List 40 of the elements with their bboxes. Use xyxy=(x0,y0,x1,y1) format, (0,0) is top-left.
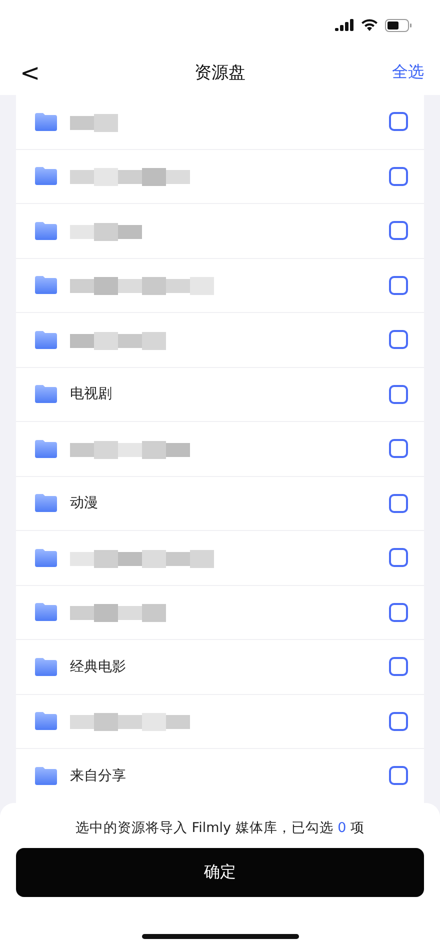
folder-icon xyxy=(34,766,58,786)
folder-icon xyxy=(34,220,58,241)
folder-icon xyxy=(34,330,58,350)
folder-icon xyxy=(34,493,58,514)
folder-icon xyxy=(34,166,58,186)
checkbox[interactable] xyxy=(389,439,408,458)
folder-icon xyxy=(34,548,58,568)
signal-icon xyxy=(335,19,354,31)
select-all-button[interactable]: 全选 xyxy=(392,62,424,83)
back-button[interactable]: < xyxy=(16,58,44,86)
folder-name: 经典电影 xyxy=(70,658,126,676)
folder-icon xyxy=(34,602,58,622)
checkbox[interactable] xyxy=(389,166,408,186)
blurred-name-drawing xyxy=(70,220,142,241)
checkbox[interactable] xyxy=(389,657,408,676)
checkbox[interactable] xyxy=(389,221,408,240)
folder-name: 电视剧 xyxy=(70,385,112,404)
selection-note: 选中的资源将导入 Filmly 媒体库，已勾选 0 项 xyxy=(76,819,364,837)
checkbox[interactable] xyxy=(389,330,408,350)
checkbox[interactable] xyxy=(389,494,408,513)
folder-icon xyxy=(34,112,58,132)
battery-icon xyxy=(385,18,412,32)
checkbox[interactable] xyxy=(389,384,408,404)
checkbox[interactable] xyxy=(389,766,408,786)
checkbox[interactable] xyxy=(389,276,408,295)
page-title: 资源盘 xyxy=(194,63,246,83)
blurred-name-drawing xyxy=(70,112,118,132)
folder-icon xyxy=(34,656,58,677)
checkbox[interactable] xyxy=(389,112,408,132)
checkbox[interactable] xyxy=(389,712,408,731)
checkbox[interactable] xyxy=(389,602,408,622)
confirm-button[interactable]: 确定 xyxy=(16,848,424,897)
folder-icon xyxy=(34,275,58,296)
folder-icon xyxy=(34,711,58,732)
folder-icon xyxy=(34,384,58,404)
folder-name: 来自分享 xyxy=(70,766,126,785)
wifi-icon xyxy=(361,19,378,31)
folder-name: 动漫 xyxy=(70,494,98,512)
folder-icon xyxy=(34,438,58,459)
checkbox[interactable] xyxy=(389,548,408,568)
